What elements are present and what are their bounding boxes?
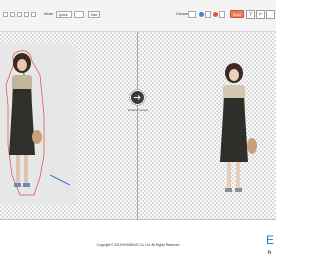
brand-subtitle: h — [268, 250, 272, 256]
tool-checkbox-2[interactable] — [10, 12, 15, 17]
help-button[interactable]: ? — [246, 10, 255, 19]
undo-button[interactable]: ↶ — [256, 10, 265, 19]
zoom-in-icon[interactable] — [199, 12, 204, 17]
copyright-text: Copyright © 2019 EHUNKNIT Co. Ltd. All R… — [96, 243, 180, 247]
refresh-cutout-caption: Refresh Cutout — [127, 108, 149, 112]
zoom-select[interactable] — [205, 11, 211, 18]
size-select[interactable] — [74, 11, 84, 18]
result-figure-graphic — [220, 63, 257, 192]
canvas-label: Canvas: — [176, 12, 189, 16]
mode-select-value: Quick — [58, 12, 68, 17]
zoom-level-select[interactable] — [219, 11, 225, 18]
mode-label: Mode: — [44, 12, 54, 16]
done-button[interactable]: Done — [230, 10, 244, 18]
size-input[interactable]: Size — [88, 11, 100, 18]
source-image[interactable] — [0, 45, 77, 203]
toolbar: Mode: Quick Size Canvas: Done ? ↶ — [0, 0, 276, 32]
result-image[interactable] — [212, 58, 262, 196]
tool-checkbox-3[interactable] — [17, 12, 22, 17]
size-label: Size — [90, 12, 98, 17]
zoom-out-icon[interactable] — [213, 12, 218, 17]
canvas-color-select[interactable] — [188, 11, 196, 18]
tool-checkbox-5[interactable] — [31, 12, 36, 17]
refresh-cutout-button[interactable] — [130, 90, 145, 105]
tool-checkbox-4[interactable] — [24, 12, 29, 17]
source-figure-graphic — [5, 50, 71, 196]
arrow-right-icon — [134, 95, 141, 100]
more-button[interactable] — [266, 10, 275, 19]
tool-checkbox-1[interactable] — [3, 12, 8, 17]
remove-stroke — [49, 174, 71, 186]
canvas-divider[interactable] — [137, 32, 138, 220]
mode-select[interactable]: Quick — [56, 11, 72, 18]
app-window: Mode: Quick Size Canvas: Done ? ↶ Refres… — [0, 0, 276, 260]
brand-logo[interactable]: E — [266, 233, 274, 247]
